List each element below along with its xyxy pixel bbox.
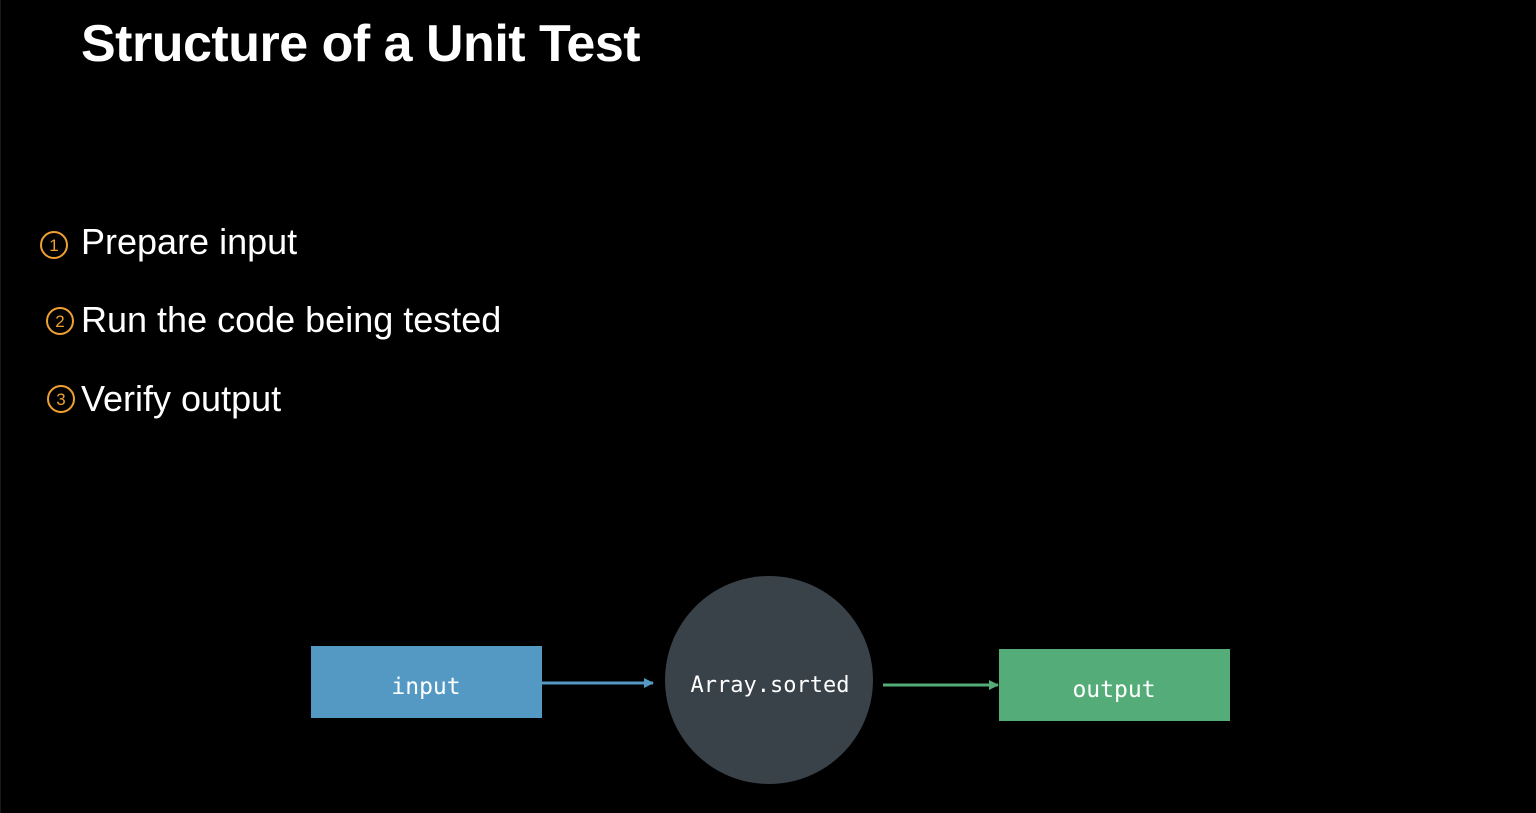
function-label: Array.sorted xyxy=(691,673,850,698)
output-label: output xyxy=(1072,677,1155,703)
flow-diagram: input Array.sorted output xyxy=(311,576,1230,784)
slide: Structure of a Unit Test 1 Prepare input… xyxy=(0,0,1536,813)
input-label: input xyxy=(391,674,460,700)
